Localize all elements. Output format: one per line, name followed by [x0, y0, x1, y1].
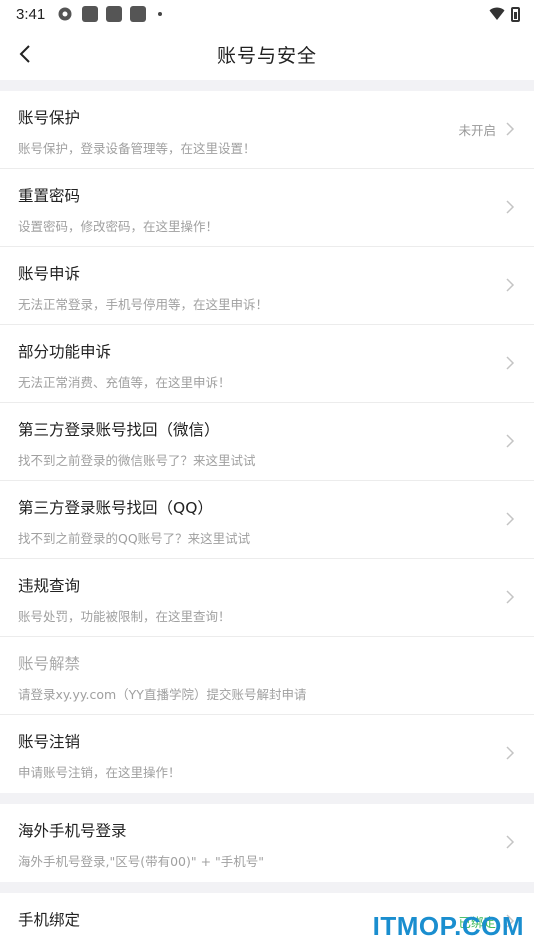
status-bar: 3:41: [0, 0, 534, 28]
item-desc: 找不到之前登录的QQ账号了？来这里试试: [18, 531, 251, 546]
menu-item-recover-wechat[interactable]: 第三方登录账号找回（微信） 找不到之前登录的微信账号了？来这里试试: [0, 403, 534, 481]
watermark-logo: ITMOP.COM: [372, 911, 524, 941]
item-title: 海外手机号登录: [18, 822, 127, 840]
item-title: 违规查询: [18, 577, 81, 595]
item-desc: 账号处罚，功能被限制，在这里查询！: [18, 609, 231, 624]
battery-icon: [511, 6, 520, 22]
item-title: 手机绑定: [18, 911, 81, 929]
menu-item-feature-appeal[interactable]: 部分功能申诉 无法正常消费、充值等，在这里申诉！: [0, 325, 534, 403]
chevron-right-icon: [506, 200, 515, 214]
chevron-right-icon: [506, 512, 515, 526]
chevron-right-icon: [506, 746, 515, 760]
item-desc: 账号保护，登录设备管理等，在这里设置！: [18, 141, 256, 156]
item-title: 账号注销: [18, 733, 81, 751]
item-title: 重置密码: [18, 187, 81, 205]
menu-item-reset-password[interactable]: 重置密码 设置密码，修改密码，在这里操作！: [0, 169, 534, 247]
menu-item-account-unban: 账号解禁 请登录xy.yy.com（YY直播学院）提交账号解封申请: [0, 637, 534, 715]
back-arrow-icon[interactable]: [14, 42, 38, 66]
menu-item-recover-qq[interactable]: 第三方登录账号找回（QQ） 找不到之前登录的QQ账号了？来这里试试: [0, 481, 534, 559]
chevron-right-icon: [506, 356, 515, 370]
chevron-right-icon: [506, 434, 515, 448]
status-time: 3:41: [16, 5, 46, 23]
notification-app-icon: [130, 6, 147, 22]
menu-item-account-cancel[interactable]: 账号注销 申请账号注销，在这里操作！: [0, 715, 534, 793]
page-title: 账号与安全: [216, 44, 317, 67]
menu-item-overseas-phone-login[interactable]: 海外手机号登录 海外手机号登录,"区号(带有00)" + "手机号": [0, 804, 534, 882]
status-text: 未开启: [458, 123, 496, 138]
notification-app-icon: [106, 6, 123, 22]
chevron-right-icon: [506, 590, 515, 604]
settings-gear-icon: [58, 7, 72, 21]
item-desc: 无法正常消费、充值等，在这里申诉！: [18, 375, 231, 390]
settings-group-overseas: 海外手机号登录 海外手机号登录,"区号(带有00)" + "手机号": [0, 804, 534, 882]
item-title: 账号保护: [18, 109, 81, 127]
item-title: 第三方登录账号找回（QQ）: [18, 499, 213, 517]
menu-item-account-protection[interactable]: 账号保护 账号保护，登录设备管理等，在这里设置！ 未开启: [0, 91, 534, 169]
item-title: 第三方登录账号找回（微信）: [18, 421, 220, 439]
item-desc: 设置密码，修改密码，在这里操作！: [18, 219, 219, 234]
menu-item-violation-query[interactable]: 违规查询 账号处罚，功能被限制，在这里查询！: [0, 559, 534, 637]
settings-group-account: 账号保护 账号保护，登录设备管理等，在这里设置！ 未开启 重置密码 设置密码，修…: [0, 91, 534, 793]
chevron-right-icon: [506, 122, 515, 136]
menu-item-account-appeal[interactable]: 账号申诉 无法正常登录，手机号停用等，在这里申诉！: [0, 247, 534, 325]
item-desc: 海外手机号登录,"区号(带有00)" + "手机号": [18, 854, 265, 869]
more-notifications-dot-icon: [158, 12, 163, 16]
nav-bar: 账号与安全: [0, 28, 534, 80]
item-desc: 无法正常登录，手机号停用等，在这里申诉！: [18, 297, 269, 312]
wifi-icon: [489, 7, 505, 20]
item-desc: 找不到之前登录的微信账号了？来这里试试: [18, 453, 256, 468]
item-desc: 申请账号注销，在这里操作！: [18, 765, 181, 780]
chevron-right-icon: [506, 835, 515, 849]
item-desc: 请登录xy.yy.com（YY直播学院）提交账号解封申请: [18, 687, 307, 702]
item-title: 账号申诉: [18, 265, 81, 283]
notification-app-icon: [82, 6, 99, 22]
item-title: 账号解禁: [18, 655, 81, 673]
chevron-right-icon: [506, 278, 515, 292]
item-title: 部分功能申诉: [18, 343, 112, 361]
